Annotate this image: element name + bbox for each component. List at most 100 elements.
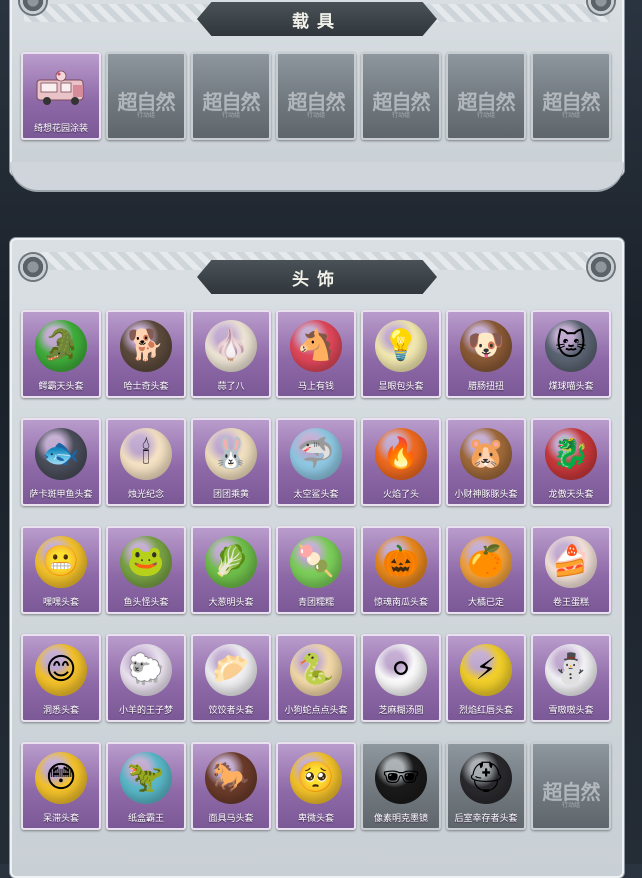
item-label: 嘿嘿头套 xyxy=(42,597,79,607)
headwear-item-card[interactable]: 🍡 青团糯糯 xyxy=(276,526,356,614)
headwear-item-card[interactable]: 😬 嘿嘿头套 xyxy=(21,526,101,614)
corner-ornament-icon xyxy=(588,254,614,280)
locked-slot-card[interactable]: 超自然 行动组 xyxy=(531,52,611,140)
locked-slot-card[interactable]: 超自然 行动组 xyxy=(361,52,441,140)
item-label: 芝麻糊汤圆 xyxy=(378,705,424,715)
headwear-item-card[interactable]: 🐊 鳄霸天头套 xyxy=(21,310,101,398)
headwear-item-card[interactable]: 🐕 哈士奇头套 xyxy=(106,310,186,398)
headwear-item-card[interactable]: 🥟 饺饺者头套 xyxy=(191,634,271,722)
item-label: 鳄霸天头套 xyxy=(38,381,84,391)
headwear-item-card[interactable]: 💡 显眼包头套 xyxy=(361,310,441,398)
item-label: 青团糯糯 xyxy=(297,597,334,607)
headwear-item-card[interactable]: 🐹 小财神豚豚头套 xyxy=(446,418,526,506)
headwear-thumbnail-icon: 🐊 xyxy=(35,319,87,372)
locked-slot-card[interactable]: 超自然 行动组 xyxy=(531,742,611,830)
headwear-thumbnail-icon: 🔥 xyxy=(375,427,427,480)
headwear-item-card[interactable]: 🐶 腊肠扭扭 xyxy=(446,310,526,398)
locked-watermark-sub: 行动组 xyxy=(391,113,410,119)
item-label: 烈焰红唇头套 xyxy=(458,705,513,715)
headwear-thumbnail-icon: 🕶 xyxy=(375,751,427,804)
headwear-item-card[interactable]: ⛄ 雪嗷嗷头套 xyxy=(531,634,611,722)
headwear-item-card[interactable]: 🐱 煤球喵头套 xyxy=(531,310,611,398)
headwear-thumbnail-icon: 🐎 xyxy=(205,751,257,804)
locked-watermark-sub: 行动组 xyxy=(136,113,155,119)
headwear-item-card[interactable]: 🐴 马上有钱 xyxy=(276,310,356,398)
headwear-thumbnail-icon: 💡 xyxy=(375,319,427,372)
item-label: 呆滞头套 xyxy=(42,813,79,823)
headwear-thumbnail-icon: 🦈 xyxy=(290,427,342,480)
headwear-item-card[interactable]: 🦈 太空鲨头套 xyxy=(276,418,356,506)
headwear-item-card[interactable]: 🎃 惊魂南瓜头套 xyxy=(361,526,441,614)
headwear-item-card[interactable]: 🍰 卷王蛋糕 xyxy=(531,526,611,614)
locked-slot-card[interactable]: 超自然 行动组 xyxy=(106,52,186,140)
locked-slot-card[interactable]: 超自然 行动组 xyxy=(446,52,526,140)
locked-watermark-sub: 行动组 xyxy=(221,113,240,119)
headwear-thumbnail-icon: 🐑 xyxy=(120,643,172,696)
headwear-thumbnail-icon: 🐴 xyxy=(290,319,342,372)
headwear-thumbnail-icon: 🐱 xyxy=(545,319,597,372)
headwear-item-card[interactable]: 🥬 大葱明头套 xyxy=(191,526,271,614)
headwear-item-card[interactable]: 🥺 卑微头套 xyxy=(276,742,356,830)
panel-scroll-edge xyxy=(10,162,624,190)
headwear-thumbnail-icon: 😊 xyxy=(35,643,87,696)
headwear-thumbnail-icon: 🧄 xyxy=(205,319,257,372)
headwear-thumbnail-icon: 🎃 xyxy=(375,535,427,588)
headwear-thumbnail-icon: 🐰 xyxy=(205,427,257,480)
headwear-item-card[interactable]: 🐑 小羊的王子梦 xyxy=(106,634,186,722)
headwear-thumbnail-icon: 🕯 xyxy=(120,427,172,480)
headwear-thumbnail-icon: ⚡ xyxy=(460,643,512,696)
headwear-thumbnail-icon: 🐟 xyxy=(35,427,87,480)
item-label: 面具马头套 xyxy=(208,813,254,823)
headwear-thumbnail-icon: ⛄ xyxy=(545,643,597,696)
headwear-thumbnail-icon: 🍊 xyxy=(460,535,512,588)
headwear-thumbnail-icon: 🍰 xyxy=(545,535,597,588)
item-label: 小财神豚豚头套 xyxy=(454,489,518,499)
headwear-thumbnail-icon: ⛑ xyxy=(460,751,512,804)
headwear-item-card[interactable]: 😳 呆滞头套 xyxy=(21,742,101,830)
locked-slot-card[interactable]: 超自然 行动组 xyxy=(276,52,356,140)
item-label: 火焰了头 xyxy=(382,489,419,499)
headwear-item-card[interactable]: 🍊 大橘已定 xyxy=(446,526,526,614)
headwear-thumbnail-icon: 🥬 xyxy=(205,535,257,588)
section-title-headwear: 头饰 xyxy=(197,260,437,294)
item-label: 团团乘黄 xyxy=(212,489,249,499)
item-label: 后室幸存者头套 xyxy=(454,813,518,823)
headwear-item-card[interactable]: 🕯 烛光纪念 xyxy=(106,418,186,506)
headwear-item-card[interactable]: 🐰 团团乘黄 xyxy=(191,418,271,506)
headwear-item-card[interactable]: 🔥 火焰了头 xyxy=(361,418,441,506)
item-label: 萨卡斑甲鱼头套 xyxy=(29,489,93,499)
locked-watermark-sub: 行动组 xyxy=(561,113,580,119)
item-label: 蒜了八 xyxy=(217,381,245,391)
vehicle-item-card[interactable]: 绮想花园涂装 xyxy=(21,52,101,140)
headwear-thumbnail-icon: 🐍 xyxy=(290,643,342,696)
corner-ornament-icon xyxy=(588,0,614,14)
headwear-item-card[interactable]: 🐸 鱼头怪头套 xyxy=(106,526,186,614)
locked-watermark-sub: 行动组 xyxy=(476,113,495,119)
item-label: 雪嗷嗷头套 xyxy=(548,705,594,715)
corner-ornament-icon xyxy=(20,0,46,14)
headwear-item-card[interactable]: 🧄 蒜了八 xyxy=(191,310,271,398)
item-label: 龙傲天头套 xyxy=(548,489,594,499)
headwear-item-card[interactable]: ⚡ 烈焰红唇头套 xyxy=(446,634,526,722)
item-label: 像素明克墨镜 xyxy=(373,813,428,823)
headwear-item-card[interactable]: 🐎 面具马头套 xyxy=(191,742,271,830)
headwear-item-card[interactable]: 🦖 纸盒霸王 xyxy=(106,742,186,830)
headwear-item-card[interactable]: 🐍 小狗蛇点点头套 xyxy=(276,634,356,722)
item-label: 腊肠扭扭 xyxy=(467,381,504,391)
headwear-thumbnail-icon: 🐶 xyxy=(460,319,512,372)
item-label: 太空鲨头套 xyxy=(293,489,339,499)
headwear-item-card[interactable]: ⚪ 芝麻糊汤圆 xyxy=(361,634,441,722)
item-label: 煤球喵头套 xyxy=(548,381,594,391)
item-label: 绮想花园涂装 xyxy=(33,123,88,133)
headwear-thumbnail-icon: 😳 xyxy=(35,751,87,804)
vehicle-grid: 绮想花园涂装 超自然 行动组 超自然 行动组 超自然 行动组 超自然 行动组 超自然 行动组 超自然行… xyxy=(21,52,611,140)
headwear-item-card[interactable]: ⛑ 后室幸存者头套 xyxy=(446,742,526,830)
headwear-item-card[interactable]: 🐉 龙傲天头套 xyxy=(531,418,611,506)
headwear-item-card[interactable]: 🕶 像素明克墨镜 xyxy=(361,742,441,830)
headwear-item-card[interactable]: 🐟 萨卡斑甲鱼头套 xyxy=(21,418,101,506)
locked-slot-card[interactable]: 超自然 行动组 xyxy=(191,52,271,140)
corner-ornament-icon xyxy=(20,254,46,280)
headwear-item-card[interactable]: 😊 洞悉头套 xyxy=(21,634,101,722)
item-label: 鱼头怪头套 xyxy=(123,597,169,607)
headwear-thumbnail-icon: 🥟 xyxy=(205,643,257,696)
